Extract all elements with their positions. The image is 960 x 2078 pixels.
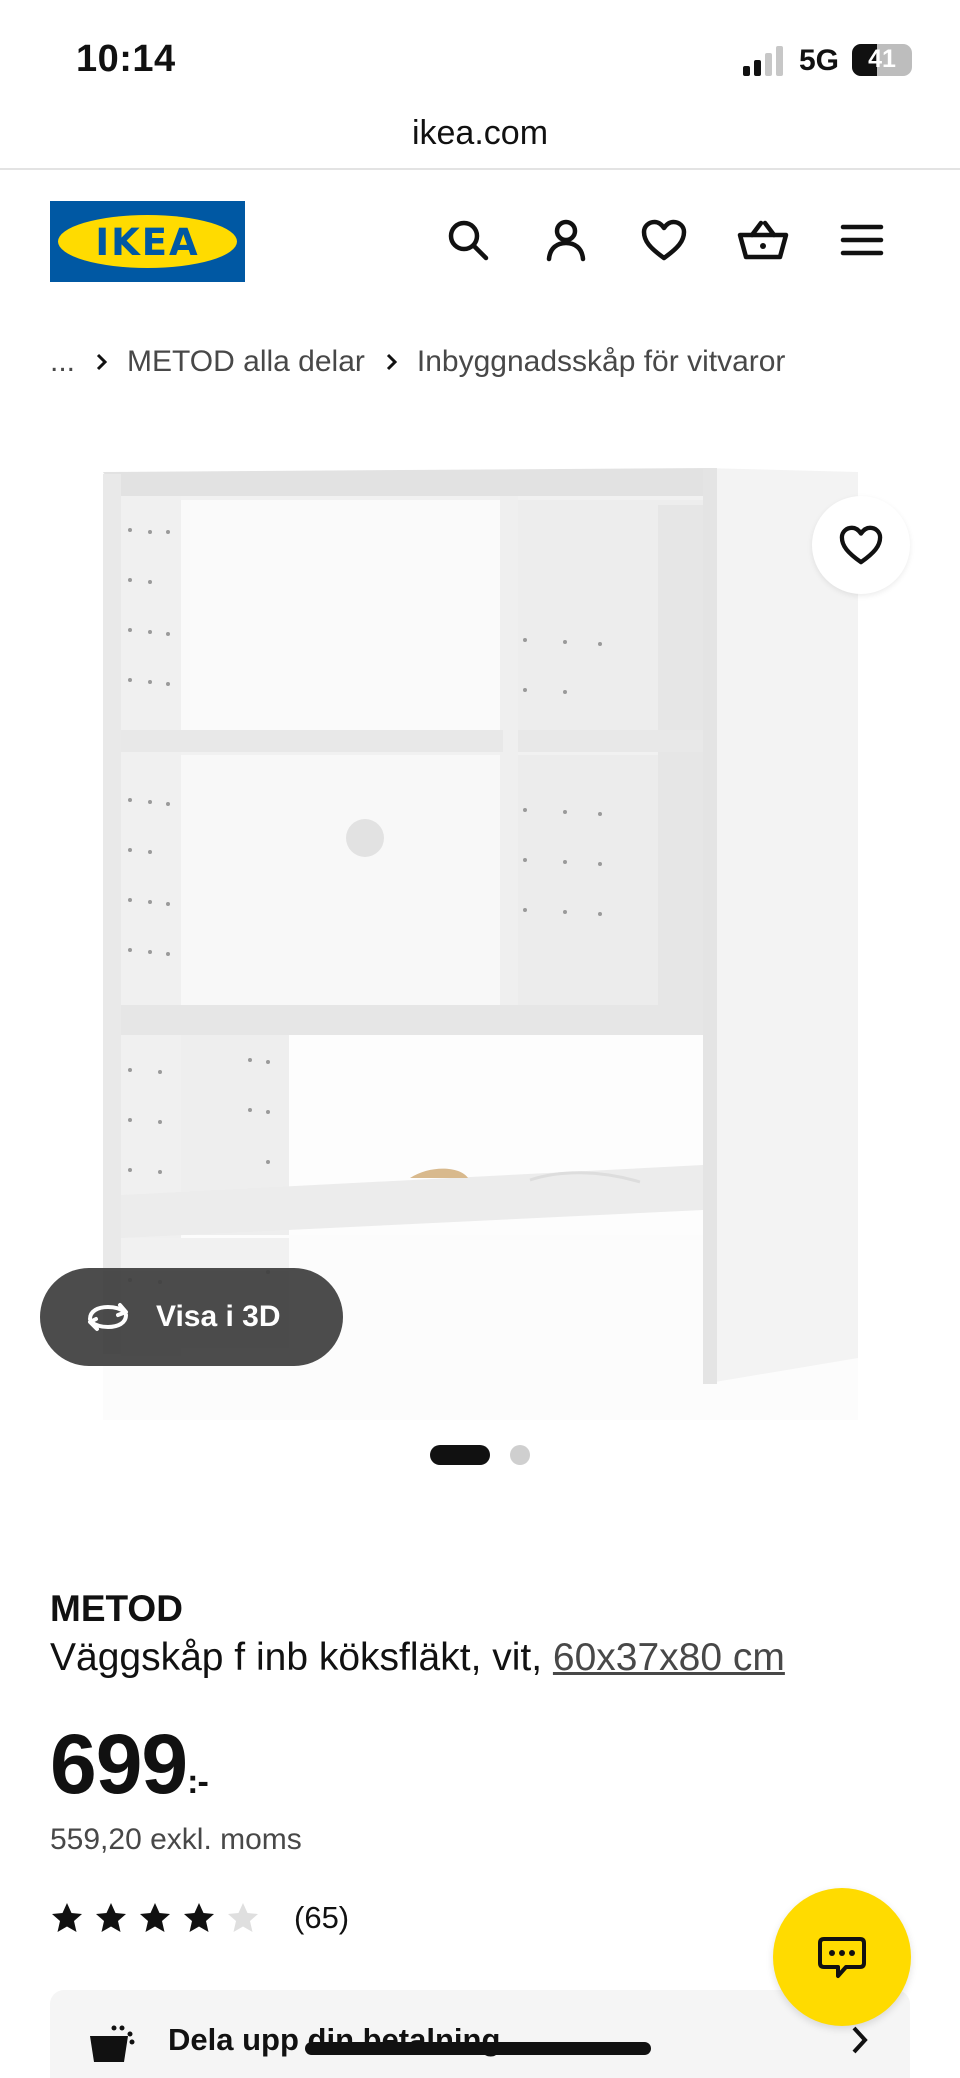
price-value: 699 xyxy=(50,1717,188,1811)
home-indicator xyxy=(305,2042,651,2055)
rotate-3d-icon xyxy=(88,1303,128,1331)
breadcrumb-item-appliance-cabinets[interactable]: Inbyggnadsskåp för vitvaror xyxy=(417,345,786,379)
status-time: 10:14 xyxy=(76,38,176,80)
price-suffix: :- xyxy=(187,1763,209,1801)
view-in-3d-button[interactable]: Visa i 3D xyxy=(40,1268,343,1366)
address-bar[interactable]: ikea.com xyxy=(0,110,960,170)
shopping-bag-icon[interactable] xyxy=(735,212,791,268)
star-empty-icon xyxy=(228,1903,258,1932)
status-bar: 10:14 5G 41 xyxy=(0,0,960,110)
account-icon[interactable] xyxy=(538,212,594,268)
chevron-right-icon xyxy=(95,352,109,372)
ikea-logo[interactable]: IKEA xyxy=(50,201,245,282)
product-dimensions-link[interactable]: 60x37x80 cm xyxy=(553,1636,785,1679)
battery-level: 41 xyxy=(868,45,896,73)
breadcrumb-ellipsis[interactable]: ... xyxy=(50,345,75,379)
carousel-dot-active[interactable] xyxy=(430,1445,490,1465)
site-header: IKEA xyxy=(0,170,960,310)
chevron-right-icon xyxy=(385,352,399,372)
url-text: ikea.com xyxy=(411,114,549,152)
view-in-3d-label: Visa i 3D xyxy=(156,1300,281,1333)
star-filled-icon xyxy=(140,1903,170,1932)
logo-text: IKEA xyxy=(95,221,200,264)
review-count: (65) xyxy=(294,1900,350,1935)
product-description-text: Väggskåp f inb köksfläkt, vit, xyxy=(50,1636,543,1679)
breadcrumb-item-metod[interactable]: METOD alla delar xyxy=(127,345,365,379)
star-filled-icon xyxy=(184,1903,214,1932)
split-payment-card[interactable]: Dela upp din betalning xyxy=(50,1990,910,2078)
shopping-bag-dotted-icon xyxy=(90,2025,135,2062)
menu-icon[interactable] xyxy=(834,212,890,268)
save-favorite-button[interactable] xyxy=(812,496,910,594)
chevron-right-icon xyxy=(852,2026,868,2054)
product-description: Väggskåp f inb köksfläkt, vit, 60x37x80 … xyxy=(50,1636,785,1680)
signal-icon xyxy=(743,46,787,76)
chat-bubble-icon xyxy=(818,1937,866,1978)
search-icon[interactable] xyxy=(440,212,496,268)
rating-stars xyxy=(50,1901,270,1935)
battery-icon: 41 xyxy=(852,44,912,76)
product-brand: METOD xyxy=(50,1588,183,1629)
breadcrumb: ... METOD alla delar Inbyggnadsskåp för … xyxy=(50,345,785,379)
product-rating[interactable]: (65) xyxy=(50,1900,349,1936)
star-filled-icon xyxy=(52,1903,82,1932)
chat-support-button[interactable] xyxy=(773,1888,911,2026)
heart-icon xyxy=(839,525,883,565)
carousel-dot[interactable] xyxy=(510,1445,530,1465)
star-filled-icon xyxy=(96,1903,126,1932)
product-price: 699:- xyxy=(50,1716,209,1813)
network-type: 5G xyxy=(799,44,840,77)
heart-icon[interactable] xyxy=(636,212,692,268)
price-excluding-vat: 559,20 exkl. moms xyxy=(50,1823,302,1856)
